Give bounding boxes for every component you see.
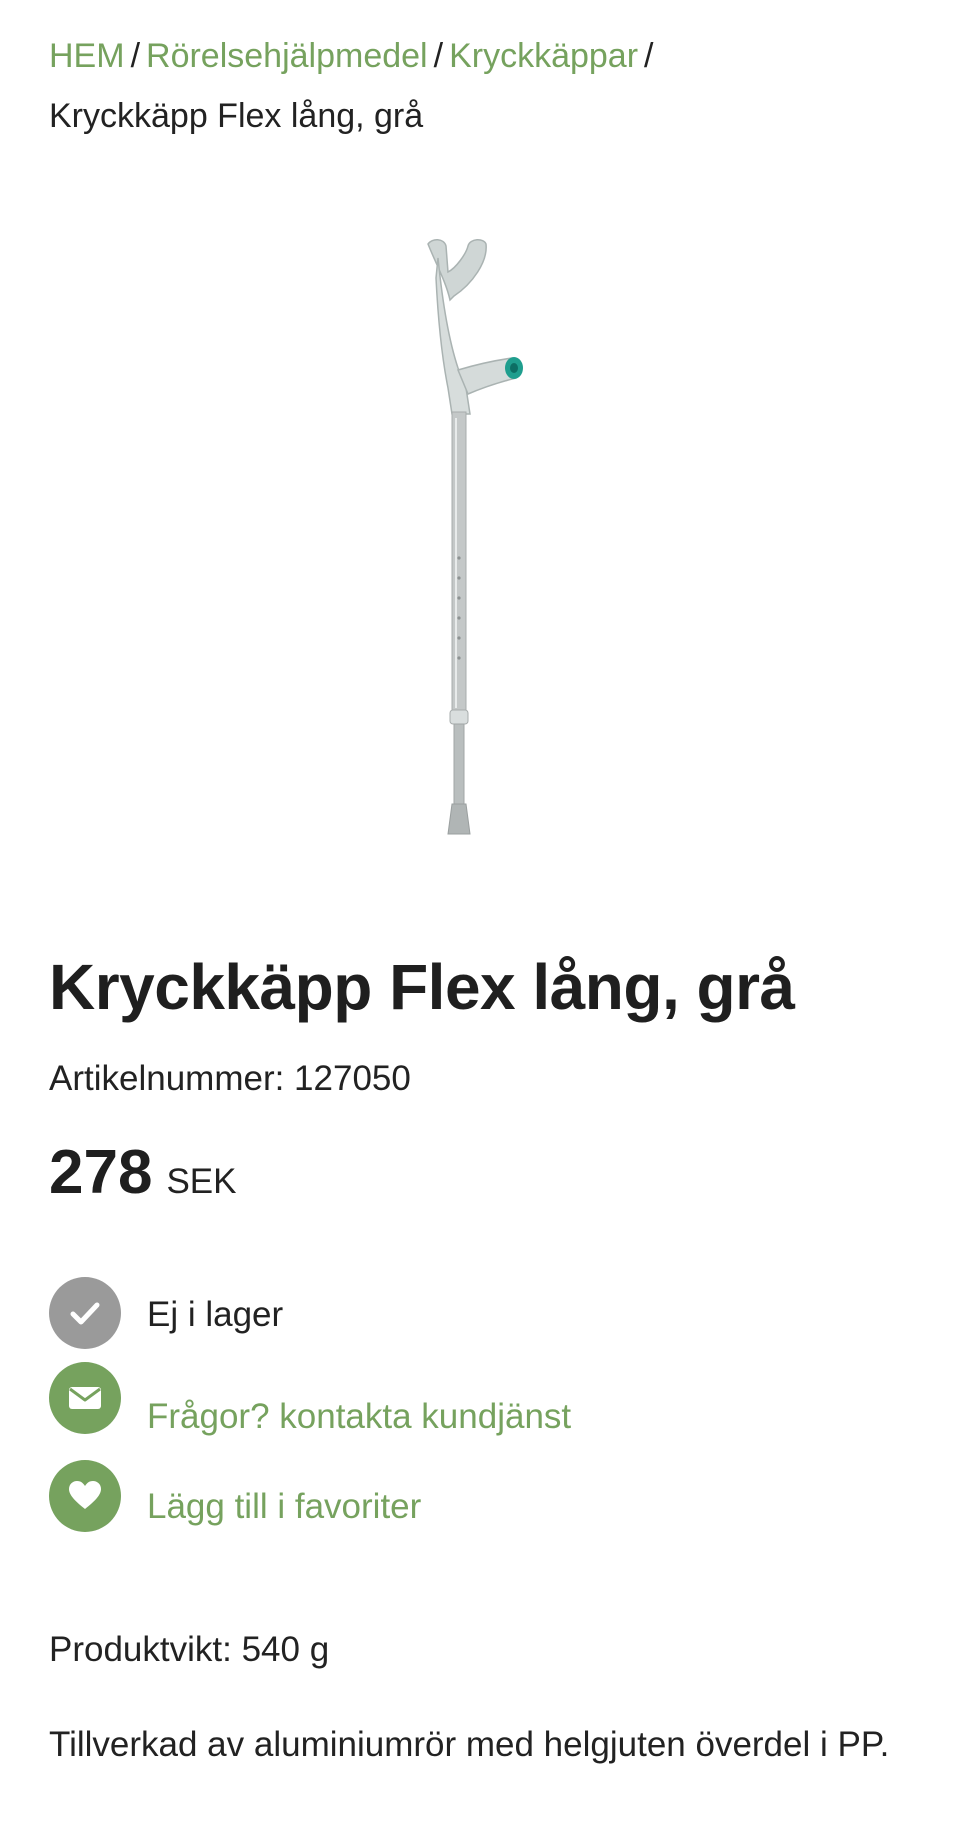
product-image[interactable] (408, 238, 558, 838)
article-number: Artikelnummer: 127050 (49, 1059, 411, 1098)
stock-status-label: Ej i lager (147, 1295, 284, 1334)
breadcrumb-separator: / (433, 37, 444, 75)
breadcrumb-home-link[interactable]: HEM (49, 37, 125, 75)
breadcrumb-subcategory-link[interactable]: Kryckkäppar (449, 37, 638, 75)
breadcrumb-separator: / (644, 37, 654, 75)
price-currency: SEK (166, 1162, 237, 1201)
add-to-favorites-label[interactable]: Lägg till i favoriter (147, 1487, 421, 1527)
product-weight: Produktvikt: 540 g (49, 1630, 330, 1669)
breadcrumb-separator: / (130, 37, 141, 75)
mail-icon (49, 1362, 121, 1434)
breadcrumb-category-link[interactable]: Rörelsehjälpmedel (146, 37, 428, 75)
crutch-image (427, 239, 523, 835)
product-description: Tillverkad av aluminiumrör med helgjuten… (49, 1725, 890, 1764)
price: 278 SEK (49, 1137, 237, 1208)
stock-status: Ej i lager (49, 1277, 909, 1351)
heart-icon (49, 1460, 121, 1532)
price-amount: 278 (49, 1138, 153, 1207)
breadcrumb-current: Kryckkäpp Flex lång, grå (49, 97, 424, 135)
product-title: Kryckkäpp Flex lång, grå (49, 951, 795, 1023)
add-to-favorites[interactable]: Lägg till i favoriter (49, 1460, 909, 1534)
contact-link[interactable]: Frågor? kontakta kundjänst (49, 1362, 909, 1436)
product-page: HEM / Rörelsehjälpmedel / Kryckkäppar / Kryckk… (0, 0, 960, 1843)
check-icon (49, 1277, 121, 1349)
breadcrumb: HEM / Rörelsehjälpmedel / Kryckkäppar / Kryckk… (49, 26, 919, 146)
contact-link-label[interactable]: Frågor? kontakta kundjänst (147, 1397, 571, 1437)
